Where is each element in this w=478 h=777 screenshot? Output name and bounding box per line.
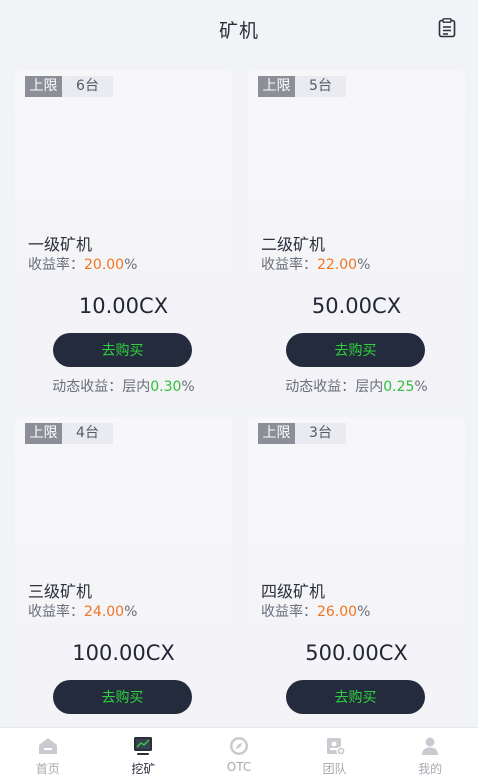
- buy-button[interactable]: 去购买: [53, 680, 192, 714]
- rate-label: 收益率：: [261, 257, 317, 273]
- dynamic-unit: %: [181, 379, 195, 395]
- yield-rate: 收益率：26.00%: [261, 601, 370, 621]
- limit-badge: 上限 4台: [25, 423, 113, 444]
- tab-mining[interactable]: 挖矿: [96, 728, 192, 777]
- tab-label: 我的: [418, 762, 443, 776]
- miner-card: 上限 6台 一级矿机 收益率：20.00% 10.00CX 去购买 动态收益：层…: [15, 70, 232, 405]
- miner-name: 二级矿机: [261, 235, 326, 254]
- rate-unit: %: [124, 257, 138, 273]
- tab-label: 团队: [322, 762, 347, 776]
- limit-label: 上限: [258, 76, 295, 97]
- miner-name: 四级矿机: [261, 582, 326, 601]
- miner-card: 上限 4台 三级矿机 收益率：24.00% 100.00CX 去购买: [15, 417, 232, 752]
- limit-count: 3台: [295, 423, 346, 444]
- rate-value: 26.00: [317, 604, 358, 620]
- dynamic-value: 0.25: [383, 379, 415, 395]
- tab-team[interactable]: 团队: [287, 728, 383, 777]
- limit-count: 4台: [62, 423, 113, 444]
- miner-price: 100.00CX: [72, 641, 175, 665]
- yield-rate: 收益率：22.00%: [261, 254, 370, 274]
- tab-label: 挖矿: [131, 762, 156, 776]
- limit-label: 上限: [25, 76, 62, 97]
- tab-label: OTC: [226, 760, 252, 774]
- miner-price: 50.00CX: [311, 294, 402, 318]
- monitor-icon: [134, 737, 153, 755]
- buy-button[interactable]: 去购买: [286, 680, 425, 714]
- yield-rate: 收益率：24.00%: [28, 601, 137, 621]
- buy-button[interactable]: 去购买: [286, 333, 425, 367]
- dynamic-yield: 动态收益：层内0.25%: [248, 376, 465, 396]
- miner-price: 500.00CX: [305, 641, 408, 665]
- rate-unit: %: [357, 257, 371, 273]
- miner-card: 上限 5台 二级矿机 收益率：22.00% 50.00CX 去购买 动态收益：层…: [248, 70, 465, 405]
- dynamic-yield: 动态收益：层内0.30%: [15, 376, 232, 396]
- user-icon: [422, 737, 439, 755]
- dynamic-unit: %: [414, 379, 428, 395]
- tab-home[interactable]: 首页: [0, 728, 96, 777]
- miner-price: 10.00CX: [78, 294, 169, 318]
- limit-badge: 上限 6台: [25, 76, 113, 97]
- rate-value: 24.00: [84, 604, 125, 620]
- limit-label: 上限: [258, 423, 295, 444]
- limit-count: 6台: [62, 76, 113, 97]
- rate-value: 20.00: [84, 257, 125, 273]
- dynamic-label: 动态收益：层内: [52, 379, 151, 395]
- dynamic-value: 0.30: [150, 379, 182, 395]
- home-icon: [38, 738, 57, 754]
- limit-badge: 上限 5台: [258, 76, 346, 97]
- rate-label: 收益率：: [28, 604, 84, 620]
- miner-card: 上限 3台 四级矿机 收益率：26.00% 500.00CX 去购买: [248, 417, 465, 752]
- rate-label: 收益率：: [28, 257, 84, 273]
- yield-rate: 收益率：20.00%: [28, 254, 137, 274]
- miner-name: 三级矿机: [28, 582, 93, 601]
- limit-badge: 上限 3台: [258, 423, 346, 444]
- rate-unit: %: [357, 604, 371, 620]
- rate-label: 收益率：: [261, 604, 317, 620]
- limit-count: 5台: [295, 76, 346, 97]
- bottom-tab-bar: 首页 挖矿 OTC 团队 我的: [0, 727, 478, 777]
- buy-button[interactable]: 去购买: [53, 333, 192, 367]
- rate-unit: %: [124, 604, 138, 620]
- tab-otc[interactable]: OTC: [191, 728, 287, 777]
- compass-icon: [229, 737, 248, 755]
- tab-mine[interactable]: 我的: [382, 728, 478, 777]
- rate-value: 22.00: [317, 257, 358, 273]
- tab-label: 首页: [35, 762, 60, 776]
- team-icon: [326, 738, 346, 756]
- miner-name: 一级矿机: [28, 235, 93, 254]
- dynamic-label: 动态收益：层内: [285, 379, 384, 395]
- limit-label: 上限: [25, 423, 62, 444]
- miner-grid: 上限 6台 一级矿机 收益率：20.00% 10.00CX 去购买 动态收益：层…: [0, 0, 478, 777]
